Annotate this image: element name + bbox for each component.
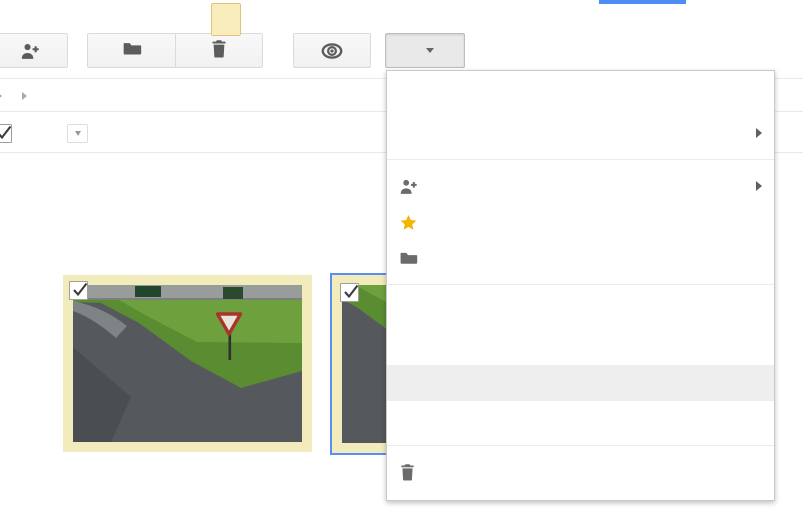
menu-item-markierung[interactable] — [387, 204, 774, 240]
organize-button-group — [87, 33, 263, 68]
file-checkbox[interactable] — [340, 283, 359, 302]
checkmark-icon — [0, 125, 12, 142]
checkmark-icon — [71, 282, 88, 299]
menu-item-freigeben[interactable] — [387, 168, 774, 204]
breadcrumb-arrow-icon — [22, 92, 27, 100]
mehr-dropdown-menu — [386, 70, 775, 501]
upload-notification — [211, 3, 241, 36]
menu-separator — [387, 159, 774, 160]
select-all-checkbox[interactable] — [0, 124, 12, 143]
move-to-folder-button[interactable] — [88, 34, 175, 67]
breadcrumb-arrow-icon — [0, 92, 2, 100]
menu-item-vorschau[interactable] — [387, 79, 774, 115]
menu-item-entfernen[interactable] — [387, 454, 774, 490]
star-icon — [399, 213, 426, 232]
menu-item-herunterladen[interactable] — [387, 365, 774, 401]
file-thumbnail-img-7661[interactable] — [63, 275, 312, 452]
submenu-arrow-icon — [756, 181, 762, 191]
breadcrumb — [0, 86, 37, 106]
preview-eye-icon — [320, 41, 344, 61]
menu-separator — [387, 284, 774, 285]
chevron-down-icon — [75, 131, 81, 136]
menu-item-leser-hindern[interactable] — [387, 401, 774, 437]
menu-item-verschieben[interactable] — [387, 240, 774, 276]
checkmark-icon — [342, 284, 359, 301]
person-add-icon — [399, 178, 426, 195]
group-photo-image — [73, 285, 302, 442]
submenu-arrow-icon — [756, 128, 762, 138]
delete-button[interactable] — [175, 34, 262, 67]
trash-icon — [210, 39, 228, 63]
top-tab-indicator — [599, 0, 686, 4]
mehr-menu-button[interactable] — [385, 33, 465, 68]
folder-icon — [122, 40, 142, 62]
menu-item-als-ungesehen[interactable] — [387, 293, 774, 329]
person-add-icon — [20, 42, 40, 60]
menu-item-kopie-erstellen[interactable] — [387, 329, 774, 365]
folder-icon — [399, 250, 426, 266]
chevron-down-icon — [426, 48, 434, 53]
share-add-person-button[interactable] — [0, 33, 68, 68]
file-checkbox[interactable] — [69, 281, 88, 300]
preview-button[interactable] — [293, 33, 371, 68]
trash-icon — [399, 463, 426, 481]
menu-item-oeffnen-mit[interactable] — [387, 115, 774, 151]
menu-separator — [387, 445, 774, 446]
title-sort-dropdown[interactable] — [67, 124, 88, 143]
